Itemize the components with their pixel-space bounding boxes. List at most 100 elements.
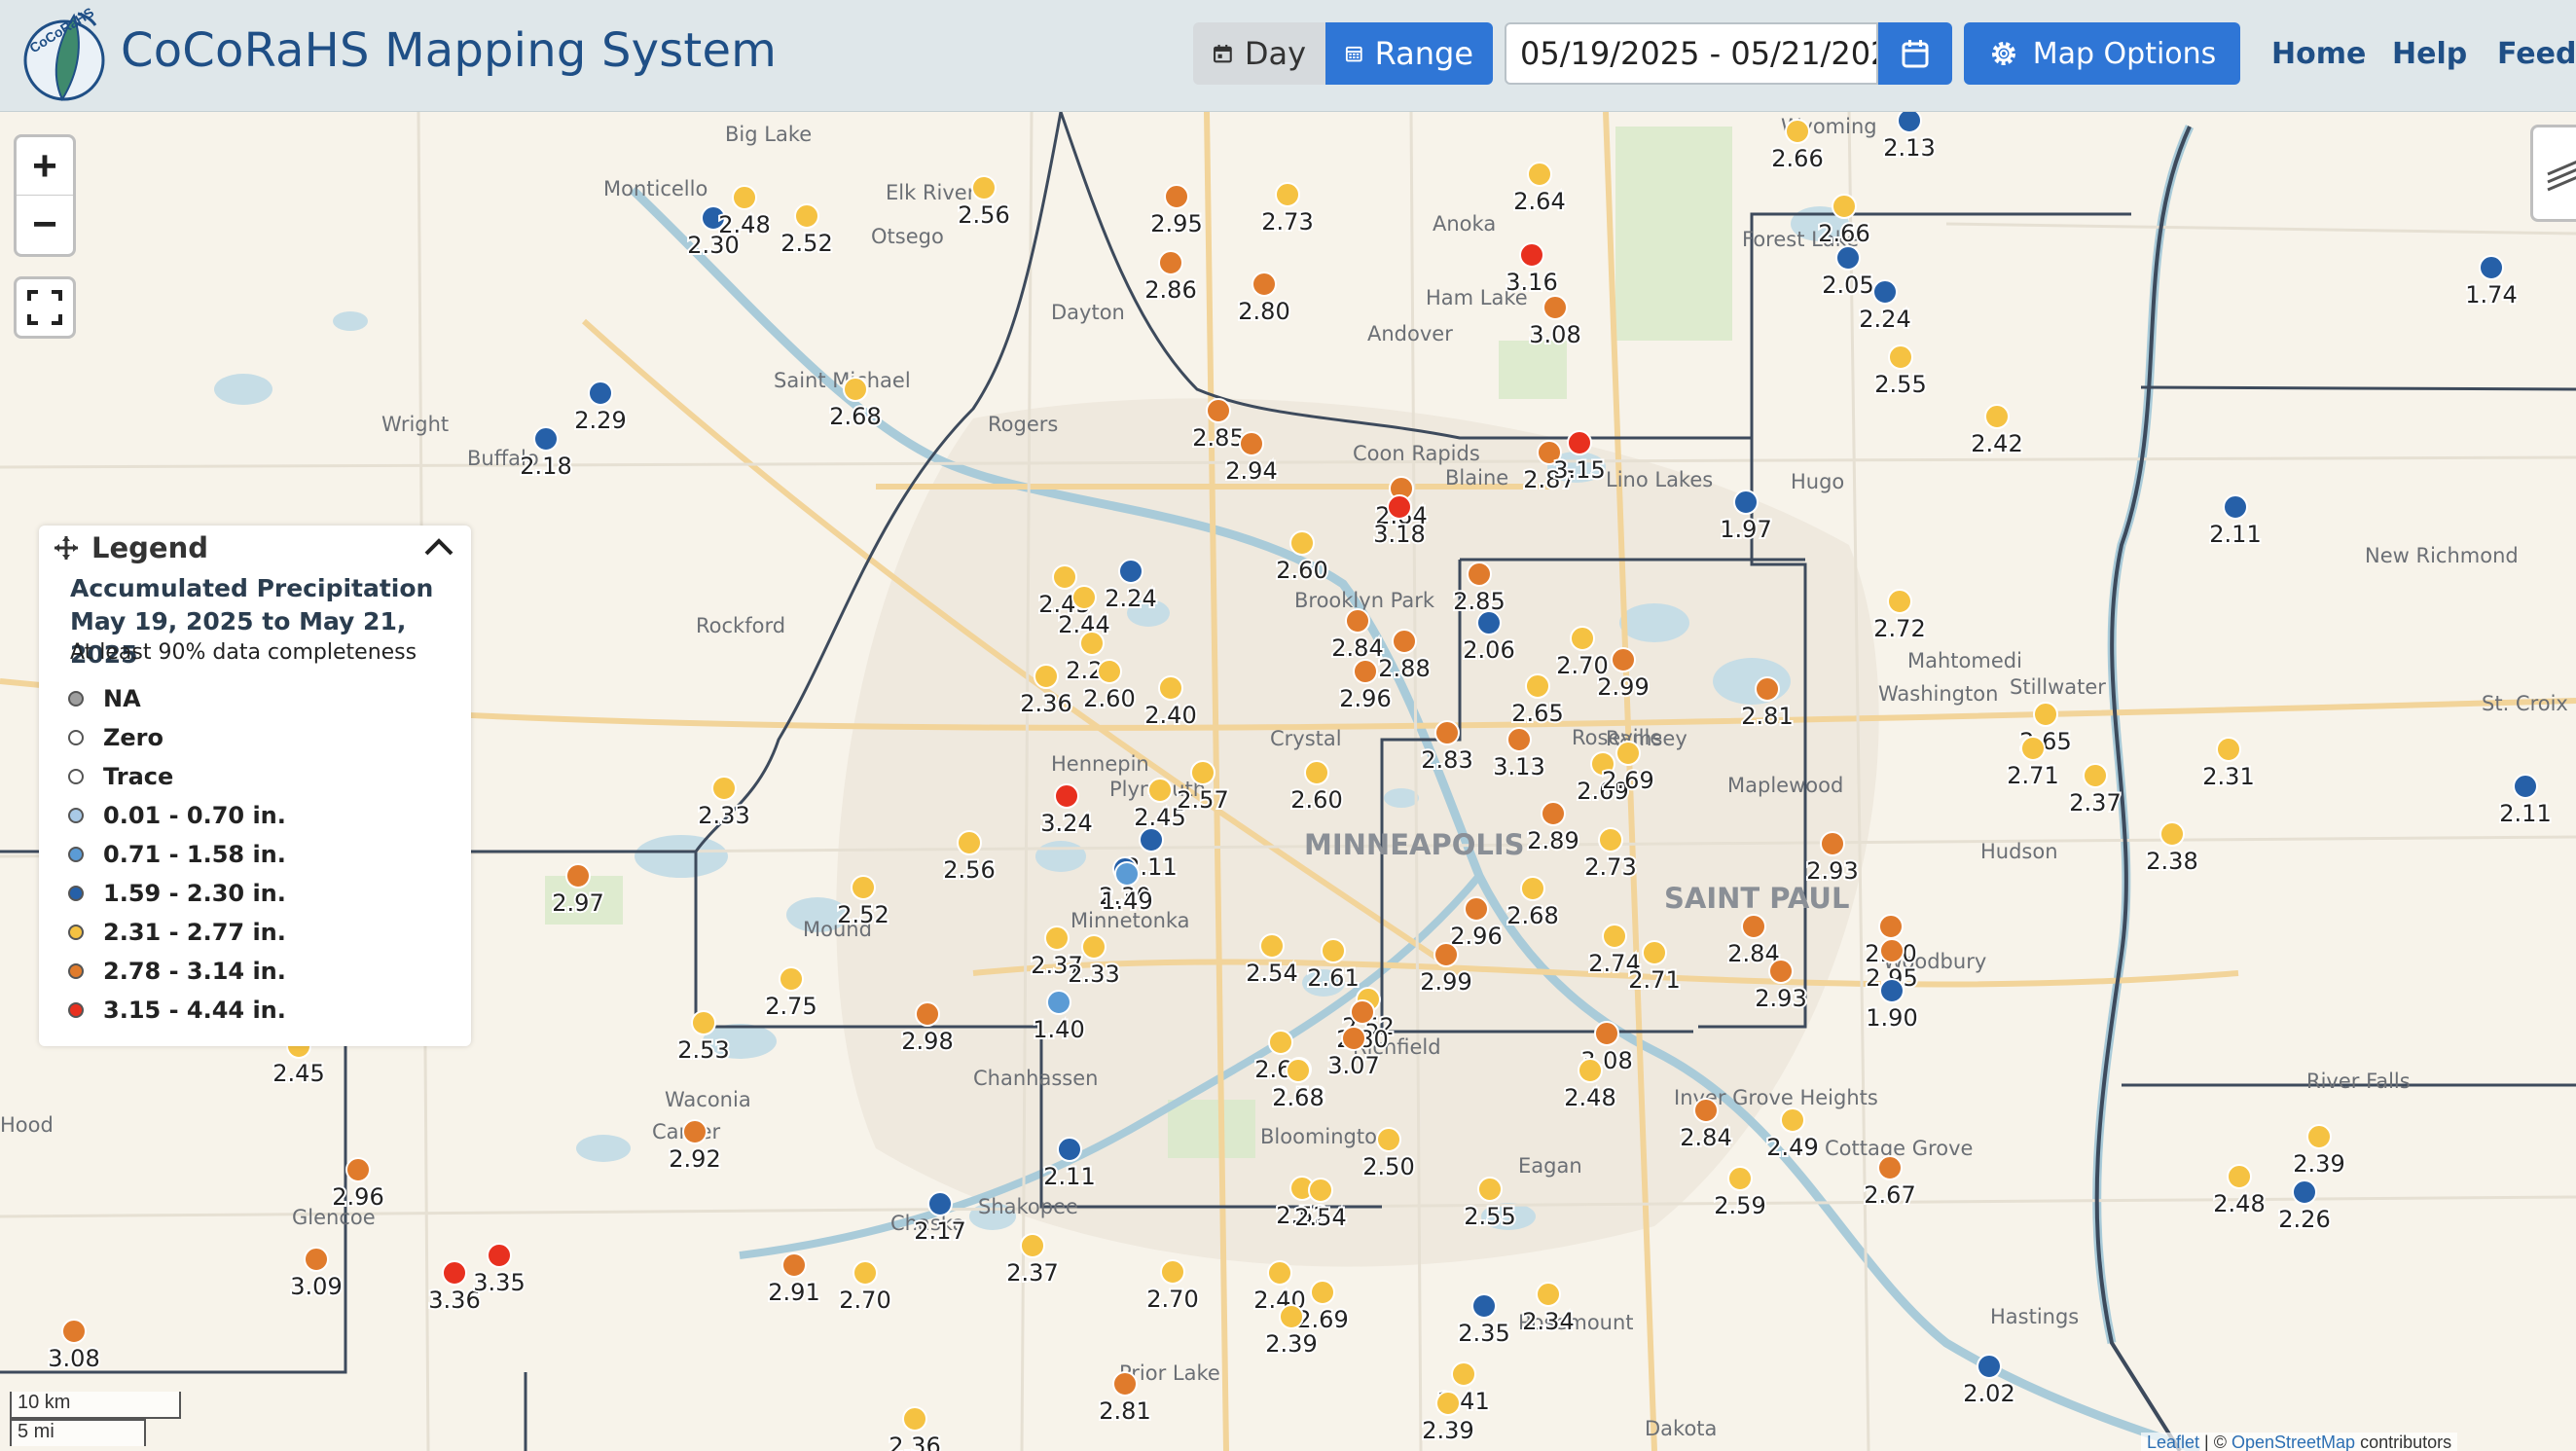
layers-button[interactable] bbox=[2530, 125, 2576, 222]
map-canvas[interactable]: Big Lake Monticello Elk River Otsego Anoka Ha… bbox=[0, 112, 2576, 1451]
station-marker[interactable] bbox=[957, 830, 982, 855]
station-marker[interactable] bbox=[1525, 673, 1550, 699]
station-marker[interactable] bbox=[1464, 896, 1489, 922]
station-marker[interactable] bbox=[1519, 242, 1544, 268]
station-marker[interactable] bbox=[1308, 1178, 1333, 1203]
station-marker[interactable] bbox=[1267, 1260, 1292, 1286]
station-marker[interactable] bbox=[1741, 914, 1766, 939]
station-marker[interactable] bbox=[1615, 741, 1641, 766]
station-marker[interactable] bbox=[304, 1247, 329, 1272]
station-marker[interactable] bbox=[1451, 1361, 1476, 1387]
station-marker[interactable] bbox=[1527, 162, 1552, 187]
station-marker[interactable] bbox=[1158, 675, 1183, 701]
station-marker[interactable] bbox=[1897, 112, 1922, 133]
station-marker[interactable] bbox=[2083, 763, 2108, 788]
station-marker[interactable] bbox=[1052, 564, 1077, 590]
station-marker[interactable] bbox=[1081, 934, 1107, 960]
chevron-up-icon[interactable] bbox=[422, 535, 455, 559]
calendar-picker-button[interactable] bbox=[1878, 22, 1952, 85]
station-marker[interactable] bbox=[1353, 659, 1378, 684]
station-marker[interactable] bbox=[565, 863, 591, 889]
station-marker[interactable] bbox=[1433, 942, 1459, 967]
station-marker[interactable] bbox=[1693, 1098, 1719, 1123]
station-marker[interactable] bbox=[682, 1119, 707, 1144]
station-marker[interactable] bbox=[2033, 702, 2058, 727]
station-marker[interactable] bbox=[1467, 562, 1492, 587]
station-marker[interactable] bbox=[1872, 279, 1898, 305]
station-marker[interactable] bbox=[971, 175, 997, 200]
station-marker[interactable] bbox=[1879, 978, 1905, 1003]
station-marker[interactable] bbox=[902, 1406, 927, 1432]
zoom-out-button[interactable]: − bbox=[17, 196, 73, 254]
station-marker[interactable] bbox=[1570, 626, 1595, 651]
station-marker[interactable] bbox=[915, 1001, 940, 1027]
station-marker[interactable] bbox=[1780, 1107, 1805, 1133]
station-marker[interactable] bbox=[1785, 119, 1810, 144]
station-marker[interactable] bbox=[1304, 760, 1329, 785]
station-marker[interactable] bbox=[1286, 1058, 1311, 1083]
station-marker[interactable] bbox=[2306, 1124, 2332, 1149]
station-marker[interactable] bbox=[1567, 430, 1592, 455]
station-marker[interactable] bbox=[1768, 959, 1794, 984]
station-marker[interactable] bbox=[1310, 1280, 1335, 1305]
station-marker[interactable] bbox=[779, 966, 804, 992]
station-marker[interactable] bbox=[1477, 1177, 1503, 1202]
station-marker[interactable] bbox=[442, 1260, 467, 1286]
station-marker[interactable] bbox=[1239, 431, 1264, 456]
station-marker[interactable] bbox=[843, 377, 868, 402]
station-marker[interactable] bbox=[1435, 1391, 1461, 1416]
station-marker[interactable] bbox=[1147, 778, 1173, 803]
station-marker[interactable] bbox=[1206, 398, 1231, 423]
date-range-input[interactable]: 05/19/2025 - 05/21/2025 bbox=[1505, 22, 1878, 85]
day-mode-button[interactable]: Day bbox=[1193, 22, 1325, 85]
legend-header[interactable]: Legend bbox=[53, 531, 208, 564]
station-marker[interactable] bbox=[1835, 245, 1861, 271]
station-marker[interactable] bbox=[487, 1243, 512, 1268]
station-marker[interactable] bbox=[1541, 801, 1566, 826]
station-marker[interactable] bbox=[1520, 876, 1545, 901]
station-marker[interactable] bbox=[1594, 1021, 1619, 1046]
station-marker[interactable] bbox=[2513, 774, 2538, 799]
station-marker[interactable] bbox=[345, 1157, 371, 1182]
map-options-button[interactable]: Map Options bbox=[1964, 22, 2240, 85]
station-marker[interactable] bbox=[1275, 182, 1300, 207]
station-marker[interactable] bbox=[853, 1260, 878, 1286]
station-marker[interactable] bbox=[1832, 194, 1857, 219]
station-marker[interactable] bbox=[1114, 861, 1140, 887]
station-marker[interactable] bbox=[1345, 608, 1370, 634]
nav-help-link[interactable]: Help bbox=[2392, 37, 2467, 71]
station-marker[interactable] bbox=[1268, 1030, 1293, 1055]
station-marker[interactable] bbox=[1046, 990, 1071, 1015]
station-marker[interactable] bbox=[1536, 1282, 1561, 1307]
station-marker[interactable] bbox=[61, 1319, 87, 1344]
station-marker[interactable] bbox=[1341, 1026, 1366, 1051]
station-marker[interactable] bbox=[1097, 659, 1122, 684]
range-mode-button[interactable]: Range bbox=[1325, 22, 1493, 85]
station-marker[interactable] bbox=[1376, 1127, 1401, 1152]
station-marker[interactable] bbox=[1879, 938, 1905, 963]
station-marker[interactable] bbox=[588, 381, 613, 406]
nav-feedback-link[interactable]: Feedb bbox=[2497, 37, 2576, 71]
station-marker[interactable] bbox=[1057, 1137, 1082, 1162]
station-marker[interactable] bbox=[1139, 827, 1164, 852]
station-marker[interactable] bbox=[1350, 999, 1375, 1025]
station-marker[interactable] bbox=[1289, 530, 1315, 556]
station-marker[interactable] bbox=[2292, 1179, 2317, 1205]
station-marker[interactable] bbox=[533, 426, 559, 452]
leaflet-link[interactable]: Leaflet bbox=[2147, 1433, 2199, 1451]
station-marker[interactable] bbox=[1598, 827, 1623, 852]
station-marker[interactable] bbox=[851, 875, 876, 900]
move-icon[interactable] bbox=[53, 534, 80, 562]
zoom-in-button[interactable]: + bbox=[17, 137, 73, 196]
station-marker[interactable] bbox=[1112, 1371, 1138, 1397]
nav-home-link[interactable]: Home bbox=[2271, 37, 2366, 71]
station-marker[interactable] bbox=[2479, 255, 2504, 280]
station-marker[interactable] bbox=[1020, 1233, 1045, 1258]
station-marker[interactable] bbox=[1542, 295, 1568, 320]
station-marker[interactable] bbox=[2216, 737, 2241, 762]
station-marker[interactable] bbox=[1392, 629, 1417, 654]
station-marker[interactable] bbox=[1578, 1058, 1603, 1083]
station-marker[interactable] bbox=[1977, 1354, 2002, 1379]
station-marker[interactable] bbox=[2227, 1164, 2252, 1189]
station-marker[interactable] bbox=[2020, 736, 2046, 761]
